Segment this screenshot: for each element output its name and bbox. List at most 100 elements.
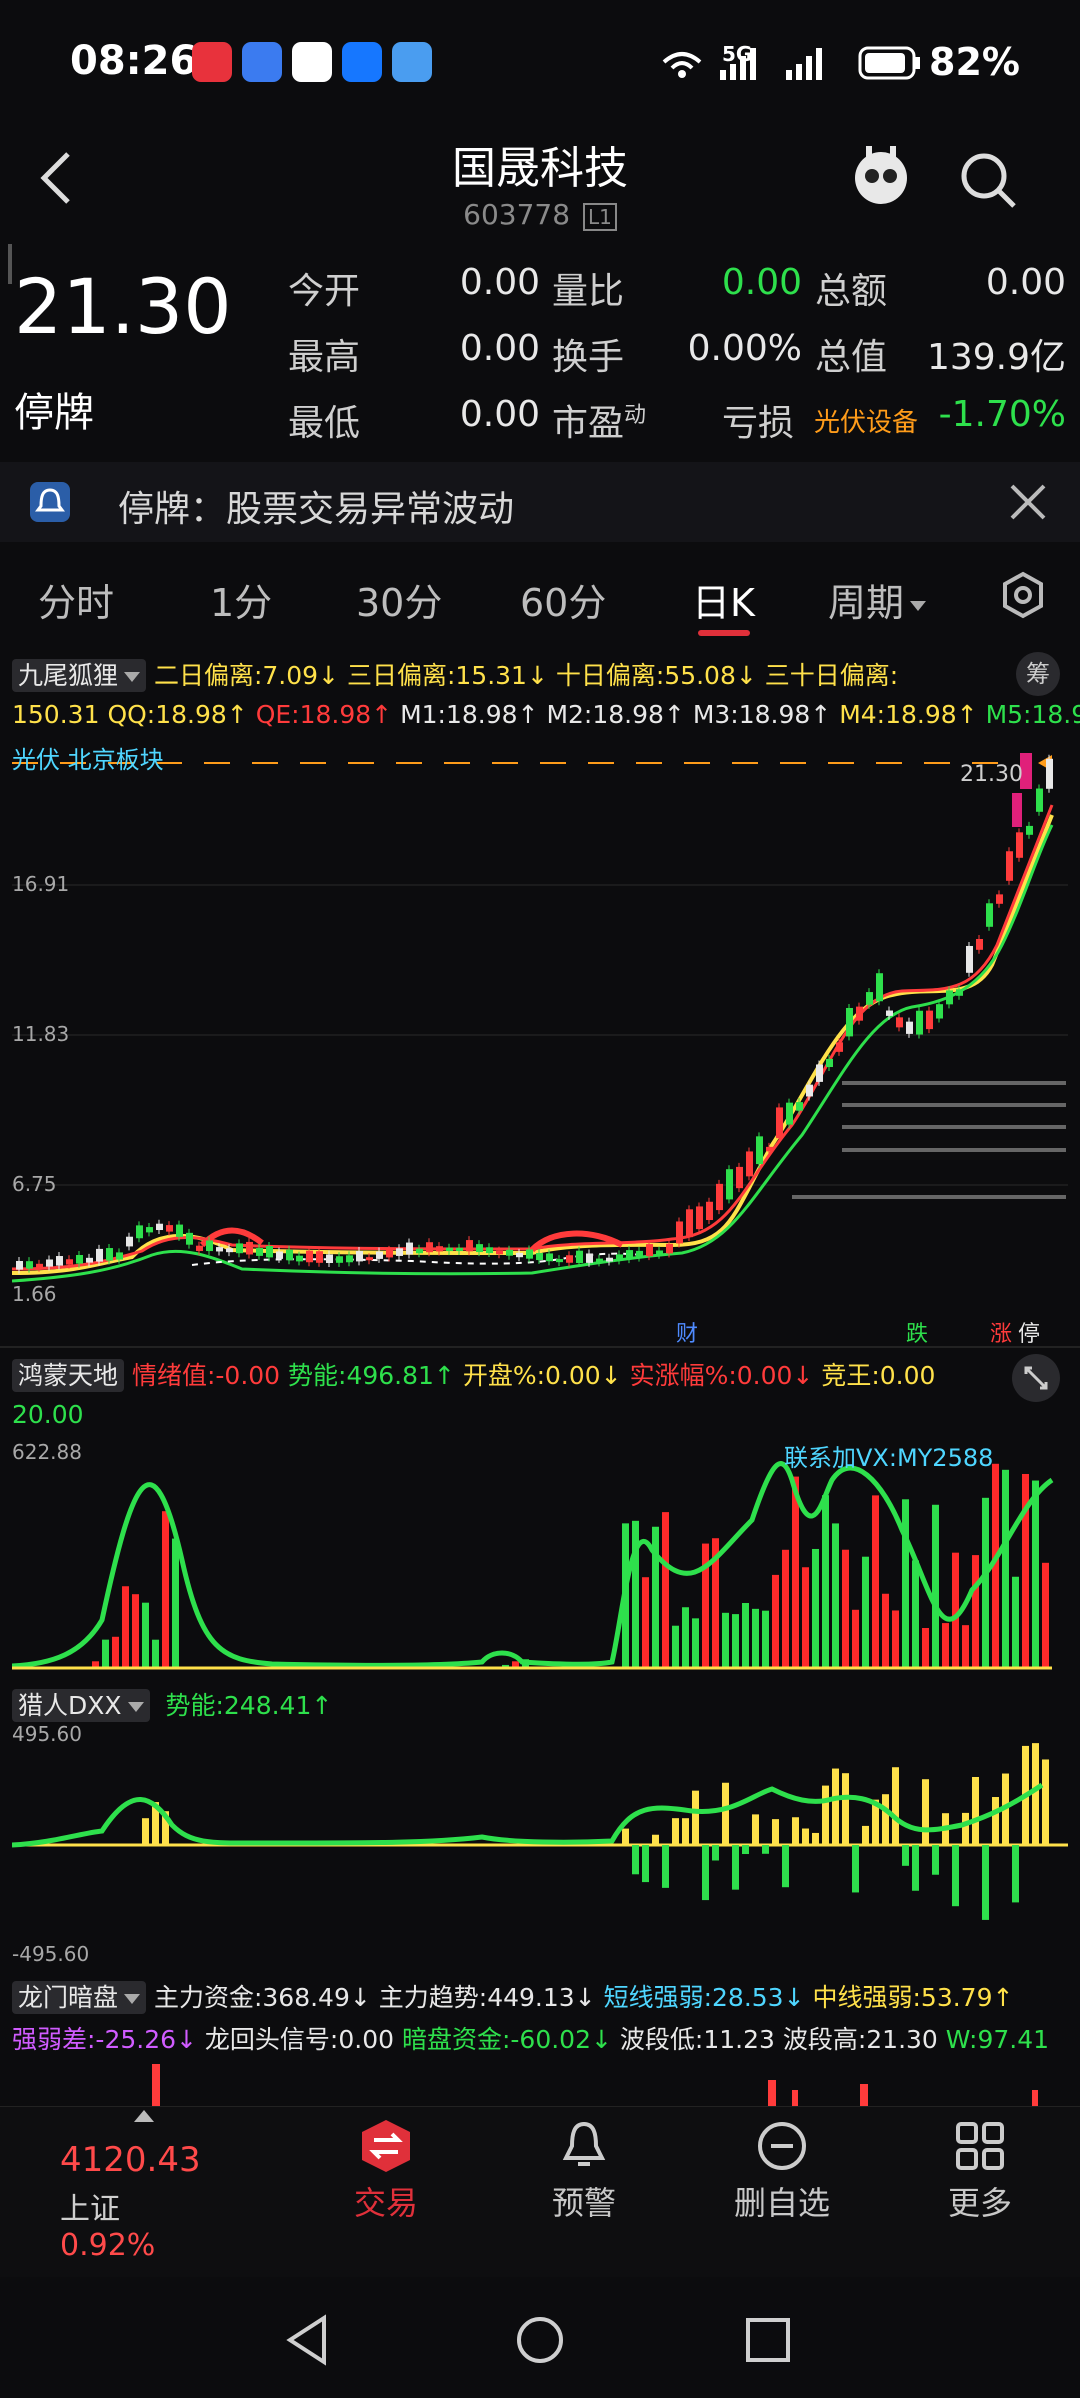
chip-button[interactable]: 筹 xyxy=(1016,652,1060,696)
candle-body xyxy=(186,1232,193,1245)
momentum-bar xyxy=(1012,1845,1019,1903)
tab-60min[interactable]: 60分 xyxy=(520,572,606,627)
chevron-down-icon xyxy=(127,1702,144,1712)
indicator1-selector[interactable]: 九尾狐狸 xyxy=(12,659,147,692)
candle-body xyxy=(926,1010,933,1030)
volume-bar xyxy=(882,1593,889,1668)
candle-body xyxy=(366,1257,373,1261)
tab-30min[interactable]: 30分 xyxy=(356,572,442,627)
mascot-icon[interactable] xyxy=(846,140,916,212)
momentum-bar xyxy=(632,1845,639,1875)
label-pe-text: 市盈 xyxy=(552,403,625,444)
marker-down[interactable]: 跌 xyxy=(906,1316,928,1348)
momentum-bar xyxy=(662,1845,669,1888)
indicator2-selector[interactable]: 鸿蒙天地 xyxy=(12,1359,125,1392)
candle-body xyxy=(476,1244,483,1253)
status-bar: 08:26 5G 82% xyxy=(0,0,1080,130)
tab-1min[interactable]: 1分 xyxy=(210,572,272,627)
momentum-bar xyxy=(742,1845,749,1855)
tab-alert[interactable]: 预警 xyxy=(484,2118,684,2224)
tab-trade[interactable]: 交易 xyxy=(286,2118,486,2224)
volume-bar xyxy=(852,1609,859,1668)
value-turnover: 0.00% xyxy=(687,328,802,369)
value-market-cap: 139.9亿 xyxy=(926,337,1066,378)
momentum-bar xyxy=(812,1832,819,1845)
candle-body xyxy=(456,1247,463,1252)
marker-finance[interactable]: 财 xyxy=(676,1316,698,1348)
indicator3-chart[interactable] xyxy=(12,1725,1068,1955)
volume-bar xyxy=(952,1552,959,1668)
momentum-bar xyxy=(922,1779,929,1845)
candle-body xyxy=(986,903,993,927)
label-amount: 总额 xyxy=(815,271,888,312)
index-ticker[interactable]: 4120.43 上证 0.92% xyxy=(60,2140,220,2263)
kline-chart[interactable] xyxy=(12,745,1068,1305)
candle-body xyxy=(996,894,1003,904)
volume-bar xyxy=(672,1625,679,1668)
axis-bottom: 1.66 xyxy=(12,1282,57,1306)
tab-period[interactable]: 周期 xyxy=(828,572,927,627)
candle-body xyxy=(486,1247,493,1254)
nav-recents-icon[interactable] xyxy=(744,2316,792,2364)
marker-halt[interactable]: 停 xyxy=(1018,1316,1040,1348)
signal-icon xyxy=(662,48,756,80)
candle-body xyxy=(1006,851,1013,881)
candle-body xyxy=(386,1249,393,1258)
candle-body xyxy=(246,1241,253,1255)
indicator2-bid-king: 竞王:0.00 xyxy=(821,1361,936,1390)
expand-icon[interactable] xyxy=(1010,1352,1062,1404)
settings-icon[interactable] xyxy=(998,570,1048,620)
stock-code-text: 603778 xyxy=(463,198,571,231)
nav-back-icon[interactable] xyxy=(284,2314,332,2366)
candle-body xyxy=(126,1236,133,1247)
momentum-bar xyxy=(702,1845,709,1901)
indicator2-chart[interactable] xyxy=(12,1440,1068,1680)
label-pe-sup: 动 xyxy=(624,403,647,428)
tab-more[interactable]: 更多 xyxy=(880,2118,1080,2224)
candle-body xyxy=(36,1263,43,1268)
indicator4-selector[interactable]: 龙门暗盘 xyxy=(12,1981,147,2014)
sector-change[interactable]: -1.70% xyxy=(930,394,1066,435)
indicator3-selector[interactable]: 猎人DXX xyxy=(12,1689,150,1722)
trade-icon xyxy=(362,2120,410,2172)
candle-body xyxy=(56,1256,63,1266)
candle-body xyxy=(46,1259,53,1267)
tab-intraday[interactable]: 分时 xyxy=(38,572,114,627)
search-icon[interactable] xyxy=(956,148,1020,212)
volume-bar xyxy=(152,1639,159,1668)
momentum-bar xyxy=(722,1782,729,1845)
momentum-bar xyxy=(932,1845,939,1875)
candle-body xyxy=(826,1058,833,1068)
chart-overlay-label: 光伏 北京板块 xyxy=(12,740,164,775)
tab-remove-watch[interactable]: 删自选 xyxy=(682,2118,882,2224)
value-high: 0.00 xyxy=(459,328,540,369)
candle-body xyxy=(86,1257,93,1263)
indicator4-chart[interactable] xyxy=(12,2060,1068,2106)
sector-name[interactable]: 光伏设备 xyxy=(814,402,918,439)
indicator3-momentum: 势能:248.41↑ xyxy=(165,1691,333,1720)
active-tab-indicator xyxy=(698,630,750,636)
candle-body xyxy=(906,1021,913,1034)
momentum-bar xyxy=(1032,1743,1039,1845)
notice-bar[interactable]: 停牌：股票交易异常波动 xyxy=(0,462,1080,542)
close-icon[interactable] xyxy=(1008,482,1048,522)
momentum-bar xyxy=(782,1845,789,1888)
candle-body xyxy=(146,1227,153,1233)
tab-trade-label: 交易 xyxy=(353,2184,418,2222)
momentum-bar xyxy=(682,1818,689,1845)
collapse-up-icon[interactable] xyxy=(132,2108,156,2124)
tab-daily-k[interactable]: 日K xyxy=(692,572,755,627)
marker-up[interactable]: 涨 xyxy=(990,1316,1012,1348)
index-line: 上证 0.92% xyxy=(60,2184,220,2263)
volume-bar xyxy=(792,1476,799,1668)
indicator1-qq: QQ:18.98↑ xyxy=(107,700,248,729)
indicator2-header: 鸿蒙天地 情绪值:-0.00 势能:496.81↑ 开盘%:0.00↓ 实涨幅%… xyxy=(12,1356,1022,1392)
tab-period-label: 周期 xyxy=(828,581,905,625)
momentum-bar xyxy=(902,1845,909,1866)
nav-home-icon[interactable] xyxy=(514,2314,566,2366)
value-open: 0.00 xyxy=(459,262,540,303)
volume-bar xyxy=(942,1623,949,1668)
network-type: 5G xyxy=(722,42,753,66)
battery-level: 82% xyxy=(929,40,1020,84)
tab-more-label: 更多 xyxy=(947,2184,1012,2222)
